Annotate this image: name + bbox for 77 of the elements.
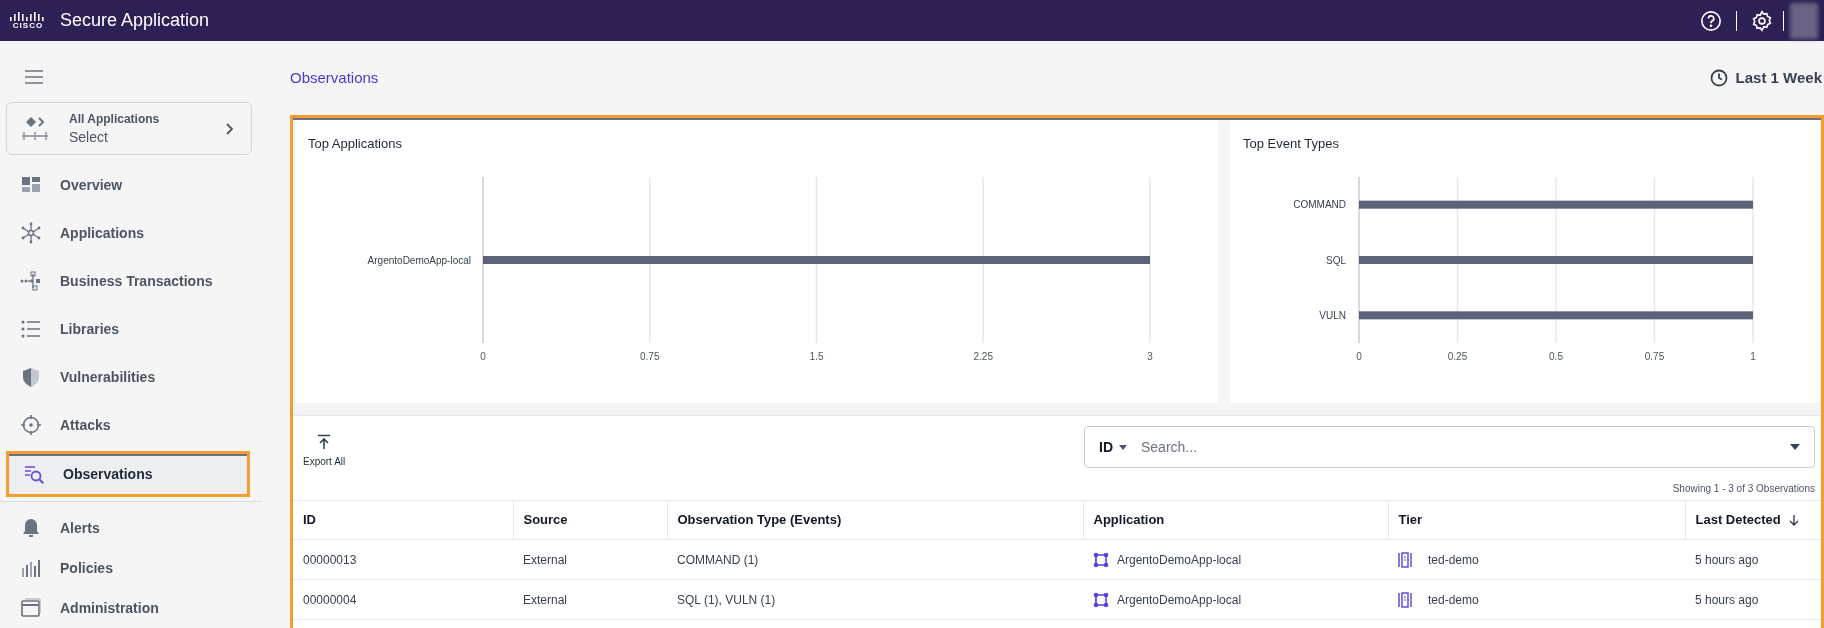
category-label: VULN: [1319, 309, 1346, 321]
tick-label: 0.75: [1644, 351, 1665, 362]
sidebar-item[interactable]: Applications: [0, 209, 290, 257]
settings-icon: [1751, 9, 1773, 32]
page-title-link[interactable]: Observations: [290, 66, 379, 90]
bar-chart-icon: [20, 557, 42, 579]
node-graph-icon: [1093, 551, 1109, 568]
chart-title: Top Event Types: [1243, 135, 1339, 153]
server-icon: [1398, 591, 1412, 608]
category-label: ArgentoDemoApp-local: [367, 254, 471, 266]
list-icon: [20, 318, 42, 340]
tick-label: 0: [480, 351, 486, 362]
column-header[interactable]: Tier: [1388, 500, 1685, 540]
table-cell: ted-demo: [1388, 579, 1685, 620]
logo-text: CISCO: [12, 21, 44, 30]
sidebar-item[interactable]: Overview: [0, 161, 290, 209]
table-cell: SQL (1), VULN (1): [667, 579, 1083, 620]
search-scope-dropdown[interactable]: ID: [1099, 436, 1113, 458]
sidebar-item[interactable]: Observations: [6, 451, 250, 497]
selector-value: Select: [69, 127, 109, 147]
category-label: SQL: [1326, 254, 1346, 266]
server-icon: [1398, 551, 1412, 568]
flow-icon: [20, 270, 42, 292]
target-icon: [20, 414, 42, 436]
clock-icon: [1709, 69, 1728, 87]
caret-icon: [1119, 444, 1127, 450]
sidebar-item[interactable]: Vulnerabilities: [0, 353, 290, 401]
application-selector[interactable]: All Applications Select: [6, 102, 252, 155]
table-cell: 00000013: [293, 539, 513, 580]
result-count: Showing 1 - 3 of 3 Observations: [1672, 481, 1815, 496]
tick-label: 2.25: [973, 351, 993, 362]
sidebar-item[interactable]: Attacks: [0, 401, 290, 449]
sidebar-item[interactable]: Libraries: [0, 305, 290, 353]
bell-icon: [20, 517, 42, 539]
tick-label: 1.5: [809, 351, 824, 362]
table-cell: ArgentoDemoApp-local: [1083, 539, 1388, 580]
node-graph-icon: [1093, 591, 1109, 608]
column-header[interactable]: Observation Type (Events): [667, 500, 1083, 540]
table-cell: 5 hours ago: [1685, 579, 1821, 620]
table-cell: 00000004: [293, 579, 513, 620]
column-header[interactable]: Application: [1083, 500, 1388, 540]
table-cell: ArgentoDemoApp-local: [1083, 579, 1388, 620]
upload-icon: [316, 434, 333, 450]
table-cell: External: [513, 539, 667, 580]
sidebar-item[interactable]: Business Transactions: [0, 257, 290, 305]
category-label: COMMAND: [1293, 199, 1346, 211]
chevron-right-icon: [225, 122, 233, 135]
sidebar-item[interactable]: Administration: [0, 588, 262, 628]
export-all-button[interactable]: Export All: [303, 434, 346, 469]
table-cell: COMMAND (1): [667, 539, 1083, 580]
tick-label: 0.25: [1447, 351, 1468, 362]
window-icon: [20, 597, 42, 619]
sidebar-item[interactable]: Policies: [0, 548, 262, 588]
network-icon: [20, 222, 42, 244]
menu-icon: [24, 69, 44, 84]
tick-label: 0.5: [1549, 351, 1563, 362]
logo-bars-icon: [9, 11, 47, 22]
table-cell: External: [513, 579, 667, 620]
table-cell: ted-demo: [1388, 539, 1685, 580]
app-title: Secure Application: [60, 9, 210, 32]
tick-label: 0: [1356, 351, 1362, 362]
time-range-selector[interactable]: Last 1 Week: [1735, 66, 1822, 90]
shield-icon: [20, 366, 42, 388]
sidebar-item[interactable]: Alerts: [0, 508, 262, 548]
column-header[interactable]: ID: [293, 500, 513, 540]
tick-label: 0.75: [640, 351, 660, 362]
tick-label: 1: [1750, 351, 1756, 362]
selector-label: All Applications: [69, 110, 160, 127]
caret-icon: [1790, 444, 1800, 450]
chart-title: Top Applications: [308, 135, 402, 153]
column-header[interactable]: Source: [513, 500, 667, 540]
help-icon: [1700, 9, 1722, 32]
search-field[interactable]: ID Search...: [1084, 426, 1815, 468]
tick-label: 3: [1147, 351, 1153, 362]
search-list-icon: [23, 463, 45, 485]
column-header[interactable]: Last Detected: [1685, 500, 1821, 540]
table-cell: 5 hours ago: [1685, 539, 1821, 580]
